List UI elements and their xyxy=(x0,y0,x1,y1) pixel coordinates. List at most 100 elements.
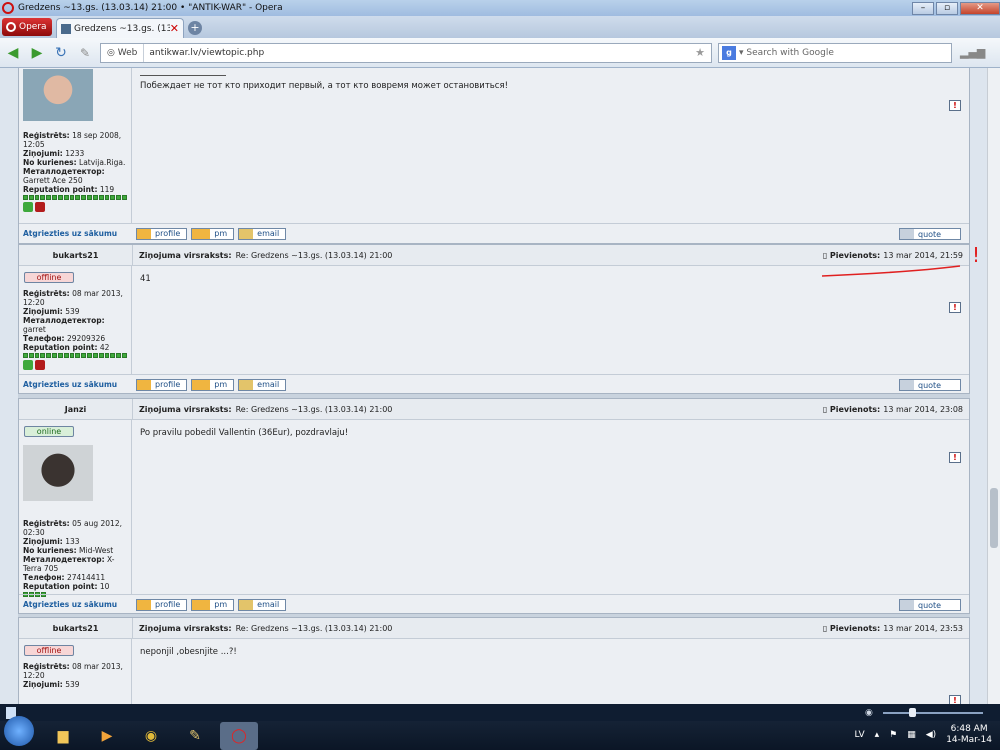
forward-arrow-icon[interactable]: ▶ xyxy=(28,44,46,62)
avatar xyxy=(23,69,93,121)
post-message: Po pravilu pobedil Vallentin (36Eur), po… xyxy=(132,420,969,594)
profile-icon xyxy=(137,228,151,239)
clock-date: 14-Mar-14 xyxy=(946,735,992,745)
report-icon[interactable]: ! xyxy=(949,695,961,704)
reputation-value: 10 xyxy=(99,582,110,591)
location-value: Latvija.Riga. xyxy=(79,158,126,167)
pm-icon xyxy=(192,379,211,390)
post-footer: Atgriezties uz sākumu profile pm email q… xyxy=(19,594,969,614)
reputation-value: 42 xyxy=(99,343,110,352)
quote-button[interactable]: quote xyxy=(899,599,961,611)
close-window-button[interactable]: ✕ xyxy=(960,1,1000,15)
post-author[interactable]: bukarts21 xyxy=(19,251,132,260)
post-header: bukarts21 Ziņojuma virsraksts: Re: Gredze… xyxy=(19,618,969,639)
web-label: Web xyxy=(117,47,138,58)
search-field[interactable]: g ▾ Search with Google xyxy=(718,42,952,63)
address-bar[interactable]: ◎ Web antikwar.lv/viewtopic.php ★ xyxy=(100,42,712,63)
reputation-minus-icon[interactable] xyxy=(35,202,45,212)
post-author[interactable]: bukarts21 xyxy=(19,624,132,633)
close-tab-icon[interactable]: ✕ xyxy=(170,22,179,35)
clock-time: 6:48 AM xyxy=(950,724,988,734)
email-button[interactable]: email xyxy=(238,598,287,611)
vertical-scrollbar[interactable] xyxy=(987,68,1000,704)
app-icon[interactable]: ✎ xyxy=(176,722,214,750)
scrollbar-thumb[interactable] xyxy=(990,488,998,548)
reputation-plus-icon[interactable] xyxy=(23,202,33,212)
back-to-top-link[interactable]: Atgriezties uz sākumu xyxy=(19,380,132,389)
post-subject: Re: Gredzens ~13.gs. (13.03.14) 21:00 xyxy=(235,404,393,414)
email-button[interactable]: email xyxy=(238,378,287,391)
volume-icon[interactable]: ◀) xyxy=(926,730,936,740)
pm-icon xyxy=(192,599,211,610)
quote-icon xyxy=(900,600,914,610)
zoom-slider[interactable]: ◉ xyxy=(865,708,985,718)
report-icon[interactable]: ! xyxy=(949,452,961,463)
tab-bar: Opera Gredzens ~13.gs. (13.... ✕ + xyxy=(0,16,1000,38)
system-tray: LV ▴ ⚑ ▦ ◀) 6:48 AM 14-Mar-14 xyxy=(854,724,992,746)
language-indicator[interactable]: LV xyxy=(854,730,864,740)
post-text: neponjil ,obesnjite ...?! xyxy=(140,647,237,657)
post-footer: Atgriezties uz sākumu profile pm email q… xyxy=(19,374,969,394)
post-message: Побеждает не тот кто приходит первый, а … xyxy=(132,68,969,223)
profile-button[interactable]: profile xyxy=(136,598,188,611)
messages-count: 133 xyxy=(65,537,80,546)
pm-button[interactable]: pm xyxy=(191,598,235,611)
zoom-slider-knob[interactable] xyxy=(908,708,916,717)
reload-icon[interactable]: ↻ xyxy=(52,44,70,62)
clock[interactable]: 6:48 AM 14-Mar-14 xyxy=(946,724,992,746)
web-badge[interactable]: ◎ Web xyxy=(101,43,145,62)
profile-button[interactable]: profile xyxy=(136,378,188,391)
edit-pencil-icon[interactable]: ✎ xyxy=(76,44,94,62)
reputation-bar xyxy=(23,353,127,358)
post-text: Po pravilu pobedil Vallentin (36Eur), po… xyxy=(140,428,349,438)
maximize-button[interactable]: ▫ xyxy=(936,1,958,15)
profile-button[interactable]: profile xyxy=(136,227,188,240)
signature-text: Побеждает не тот кто приходит первый, а … xyxy=(140,81,508,91)
annotation-underline xyxy=(821,265,961,277)
post-icon: ▯ xyxy=(822,404,828,414)
url-text[interactable]: antikwar.lv/viewtopic.php xyxy=(144,48,695,58)
search-dropdown-icon[interactable]: ▾ xyxy=(739,48,746,58)
post-message: 41 ! xyxy=(132,266,969,374)
opera-menu-button[interactable]: Opera xyxy=(2,18,52,36)
tray-expand-icon[interactable]: ▴ xyxy=(875,730,880,740)
new-tab-button[interactable]: + xyxy=(188,21,202,35)
post-header: Janzi Ziņojuma virsraksts: Re: Gredzens ~… xyxy=(19,399,969,420)
messages-count: 539 xyxy=(65,307,80,316)
email-icon xyxy=(239,379,254,390)
minimize-button[interactable]: – xyxy=(912,1,934,15)
email-icon xyxy=(239,228,254,239)
back-to-top-link[interactable]: Atgriezties uz sākumu xyxy=(19,600,132,609)
reputation-bar xyxy=(23,195,127,200)
profile-icon xyxy=(137,379,151,390)
detector-value: garret xyxy=(23,325,46,334)
explorer-folder-icon[interactable]: ▆ xyxy=(44,722,82,750)
messages-count: 1233 xyxy=(65,149,85,158)
media-player-icon[interactable]: ▶ xyxy=(88,722,126,750)
forum-post: Janzi Ziņojuma virsraksts: Re: Gredzens ~… xyxy=(18,398,970,614)
back-arrow-icon[interactable]: ◀ xyxy=(4,44,22,62)
globe-icon: ◎ xyxy=(107,47,118,58)
opera-taskbar-icon[interactable]: ◯ xyxy=(220,721,258,750)
back-to-top-link[interactable]: Atgriezties uz sākumu xyxy=(19,229,132,238)
action-center-flag-icon[interactable]: ⚑ xyxy=(889,730,897,740)
quote-button[interactable]: quote xyxy=(899,379,961,391)
report-icon[interactable]: ! xyxy=(949,100,961,111)
tab-active[interactable]: Gredzens ~13.gs. (13.... ✕ xyxy=(56,18,184,38)
network-icon[interactable]: ▦ xyxy=(907,730,916,740)
reputation-plus-icon[interactable] xyxy=(23,360,33,370)
pm-button[interactable]: pm xyxy=(191,227,235,240)
chrome-icon[interactable]: ◉ xyxy=(132,722,170,750)
bookmark-star-icon[interactable]: ★ xyxy=(695,46,711,59)
avatar xyxy=(23,445,93,501)
post-author[interactable]: Janzi xyxy=(19,405,132,414)
page-content: Reģistrēts: 18 sep 2008, 12:05 Ziņojumi:… xyxy=(0,68,987,704)
start-button[interactable] xyxy=(4,715,34,746)
quote-button[interactable]: quote xyxy=(899,228,961,240)
post-message: neponjil ,obesnjite ...?! ! xyxy=(132,639,969,704)
navigation-bar: ◀ ▶ ↻ ✎ ◎ Web antikwar.lv/viewtopic.php … xyxy=(0,38,1000,68)
pm-button[interactable]: pm xyxy=(191,378,235,391)
reputation-minus-icon[interactable] xyxy=(35,360,45,370)
email-button[interactable]: email xyxy=(238,227,287,240)
report-icon[interactable]: ! xyxy=(949,302,961,313)
